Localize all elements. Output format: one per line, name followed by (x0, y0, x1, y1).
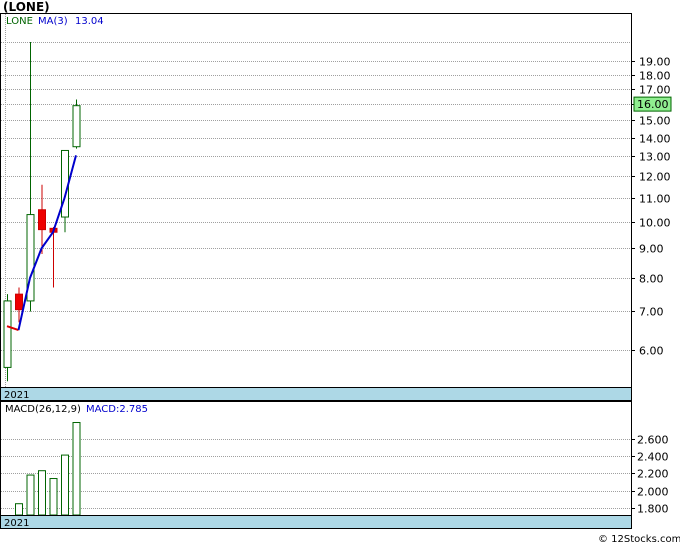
year-label-macd: 2021 (4, 518, 29, 529)
macd-bar (72, 422, 81, 516)
macd-bar (26, 474, 35, 516)
candle-body (3, 300, 12, 368)
price-tick-label: 6.00 (639, 345, 664, 358)
price-tick-label: 15.00 (639, 115, 671, 128)
macd-legend-label: MACD(26,12,9) (5, 404, 81, 415)
macd-bar (61, 454, 69, 516)
price-tag-label: 16.00 (637, 98, 669, 111)
price-tick-label: 17.00 (639, 84, 671, 97)
candle-body (38, 209, 46, 231)
macd-axis: 1.800 2.000 2.200 2.400 2.600 (631, 434, 669, 516)
price-tick-label: 19.00 (639, 56, 671, 69)
macd-tick-label: 2.400 (637, 451, 669, 464)
price-tick-label: 18.00 (639, 70, 671, 83)
macd-bar (38, 470, 46, 516)
macd-bar (49, 478, 58, 516)
price-tick-label: 14.00 (639, 133, 671, 146)
macd-tick-label: 2.200 (637, 468, 669, 481)
macd-panel (0, 401, 632, 529)
legend-symbol: LONE (6, 16, 33, 27)
price-tick-label: 12.00 (639, 171, 671, 184)
macd-tick-label: 1.800 (637, 503, 669, 516)
price-tick-label: 10.00 (639, 217, 671, 230)
legend-ma-label: MA(3) (38, 16, 68, 27)
macd-legend-value: MACD:2.785 (86, 404, 148, 415)
price-tick-label: 11.00 (639, 193, 671, 206)
year-strip-price (0, 387, 632, 401)
legend-ma-value: 13.04 (75, 16, 104, 27)
year-label-price: 2021 (4, 390, 29, 401)
year-strip-macd (0, 515, 632, 529)
price-tick-label: 8.00 (639, 273, 664, 286)
macd-tick-label: 2.600 (637, 434, 669, 447)
candle-body (15, 293, 23, 311)
price-tick-label: 7.00 (639, 306, 664, 319)
credit-text: © 12Stocks.com (598, 534, 680, 545)
macd-bar (15, 503, 23, 516)
price-panel (0, 13, 632, 402)
price-tick-label: 9.00 (639, 243, 664, 256)
macd-tick-label: 2.000 (637, 486, 669, 499)
candle-body (72, 105, 81, 148)
chart-svg: 6.00 7.00 8.00 9.00 10.00 11.00 12.00 13.00 14.0… (0, 13, 680, 545)
price-tick-label: 13.00 (639, 151, 671, 164)
